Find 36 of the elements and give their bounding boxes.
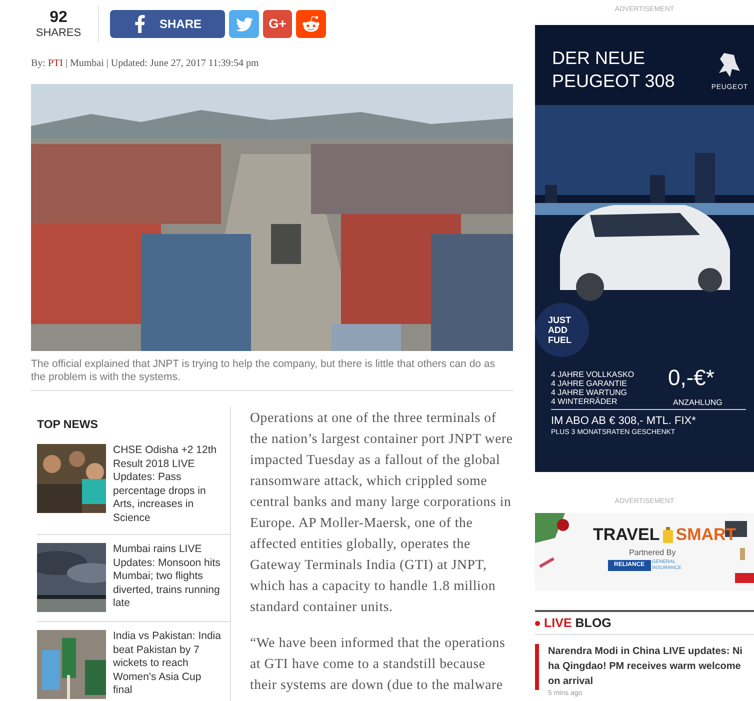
- byline: By: PTI | Mumbai | Updated: June 27, 2017 11:39:54 pm: [31, 57, 260, 71]
- section-heading: TOP NEWS: [37, 418, 99, 433]
- bird-icon: [236, 16, 252, 32]
- facebook-share-button[interactable]: SHARE: [110, 10, 225, 38]
- news-headline-link[interactable]: CHSE Odisha +2 12th Result 2018 LIVE Updates: Pass percentage drops in Arts, increases in Science: [113, 444, 222, 526]
- live-blog-headline-link[interactable]: Narendra Modi in China LIVE updates: Ni ha Qingdao! PM receives warm welcome on arrival: [548, 644, 754, 689]
- ad-feature: 4 JAHRE VOLLKASKO: [551, 370, 634, 379]
- ad-feature: 4 JAHRE WARTUNG: [551, 388, 628, 397]
- badge-text: JUST: [548, 315, 572, 325]
- badge-text: ADD: [548, 325, 568, 335]
- ad-headline: PEUGEOT 308: [552, 70, 675, 93]
- ad-price-label: ANZAHLUNG: [673, 397, 722, 409]
- ad-title: SMART: [676, 525, 736, 545]
- article-paragraph: Operations at one of the three terminals of the nation’s largest container port JNPT were impacted Tuesday as a fallout of the global ransomware attack, which crippled some central banks and many large corporations in Europe. AP Moller-Maersk, one of the affected entities globally, operates the Gateway Terminals India (GTI) at JNPT, which has a capacity to handle 1.8 million standard container units.: [250, 409, 513, 616]
- news-headline-link[interactable]: Mumbai rains LIVE Updates: Monsoon hits Mumbai; two flights diverted, trains running late: [113, 543, 222, 612]
- ad-feature: 4 WINTERRÄDER: [551, 397, 618, 406]
- share-count: 92: [50, 9, 68, 27]
- googleplus-share-button[interactable]: G+: [263, 10, 292, 38]
- badge-text: FUEL: [548, 335, 572, 345]
- lion-icon: [716, 51, 742, 79]
- facebook-icon: [133, 15, 148, 33]
- live-blog-heading: LIVE BLOG: [544, 614, 612, 632]
- ad-offer: IM ABO AB € 308,- MTL. FIX*: [551, 414, 696, 429]
- alien-icon: [302, 15, 320, 33]
- ad-price: 0,-€*: [668, 365, 714, 391]
- ad-feature: 4 JAHRE GARANTIE: [551, 379, 628, 388]
- share-count-label: SHARES: [36, 27, 82, 39]
- photo-caption: The official explained that JNPT is trying to help the company, but there is little that others can do as the problem is with the systems.: [31, 358, 513, 391]
- author-link[interactable]: PTI: [48, 58, 63, 69]
- ad-partner-label: Partnered By: [629, 547, 676, 559]
- news-headline-link[interactable]: India vs Pakistan: India beat Pakistan by 7 wickets to reach Women's Asia Cup final: [113, 630, 222, 700]
- ad-headline: DER NEUE: [552, 47, 646, 70]
- ad-title: TRAVEL: [593, 525, 660, 545]
- article-paragraph: “We have been informed that the operations at GTI have come to a standstill because their systems are down (due to the malware: [250, 634, 506, 694]
- twitter-share-button[interactable]: [229, 10, 259, 38]
- reddit-share-button[interactable]: [296, 10, 326, 38]
